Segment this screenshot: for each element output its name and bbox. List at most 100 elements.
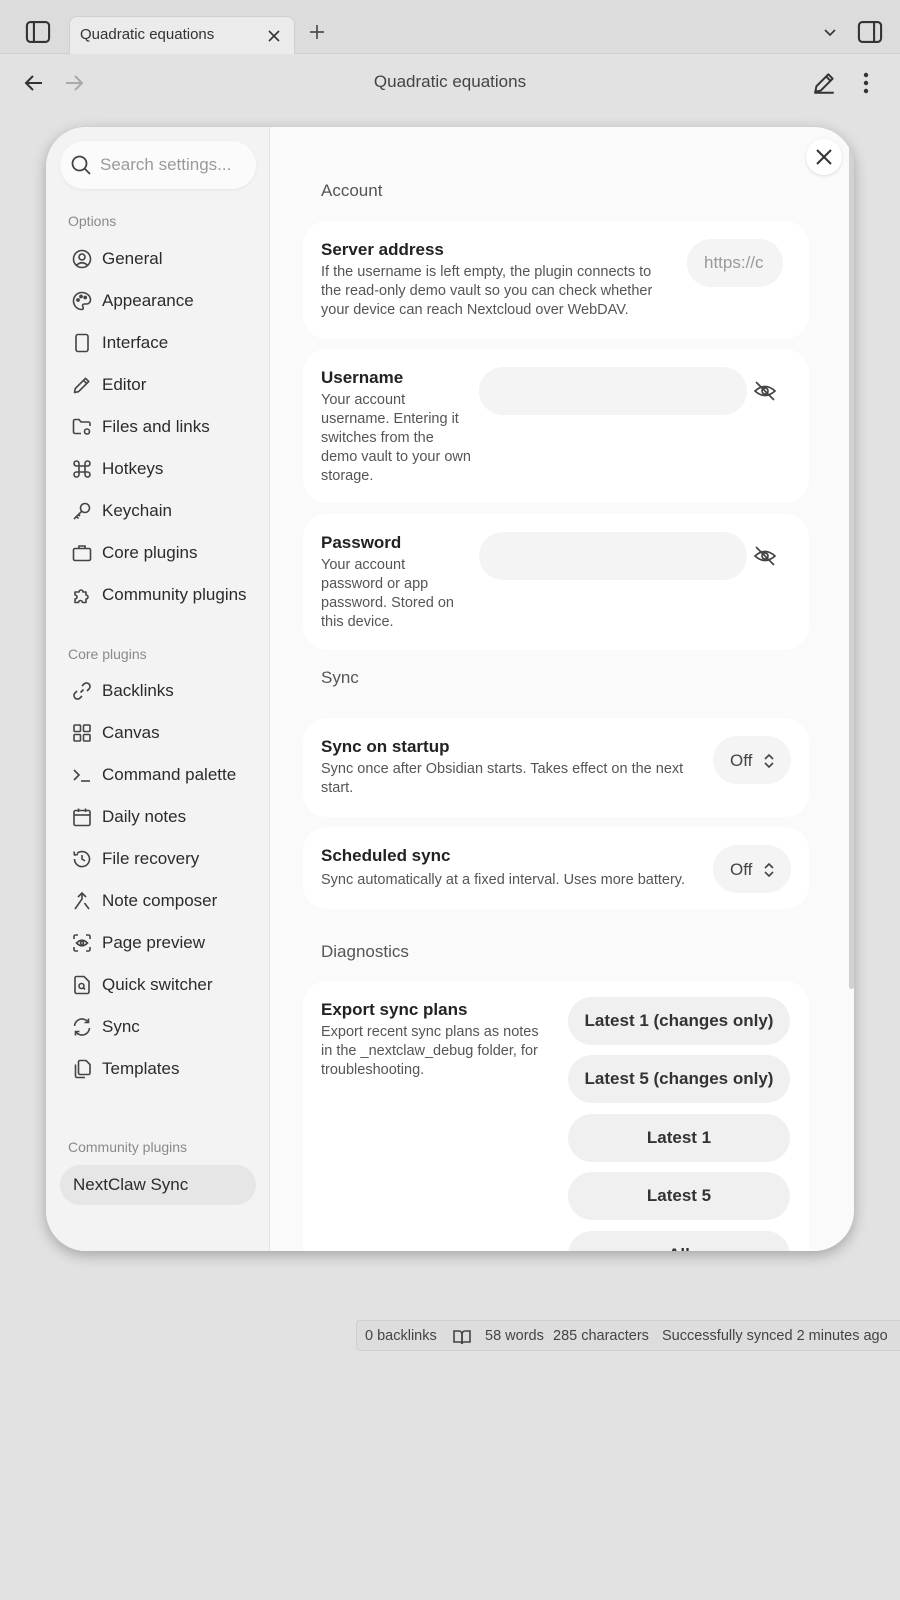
group-label-core-plugins: Core plugins: [68, 646, 147, 662]
export-latest-1-changes-button[interactable]: Latest 1 (changes only): [568, 997, 790, 1045]
tablet-icon: [72, 333, 92, 353]
nav-bar: Quadratic equations: [0, 55, 900, 111]
sidebar-item-nextclaw-sync[interactable]: NextClaw Sync: [60, 1165, 256, 1205]
sidebar-item-label: Hotkeys: [102, 459, 164, 478]
layout-grid-icon: [72, 723, 92, 743]
scheduled-sync-select[interactable]: Off: [713, 845, 791, 893]
sidebar-item-note-composer[interactable]: Note composer: [60, 881, 256, 921]
key-icon: [72, 501, 92, 521]
sidebar-item-label: Appearance: [102, 291, 194, 310]
user-circle-icon: [72, 249, 92, 269]
chevron-down-icon[interactable]: [818, 20, 842, 44]
terminal-icon: [72, 765, 92, 785]
sidebar-item-backlinks[interactable]: Backlinks: [60, 671, 256, 711]
note-title: Quadratic equations: [373, 72, 527, 91]
briefcase-icon: [72, 543, 92, 563]
setting-username: Username Your account username. Entering…: [303, 349, 809, 503]
history-icon: [72, 849, 92, 869]
setting-password: Password Your account password or app pa…: [303, 514, 809, 650]
new-tab-icon[interactable]: [305, 20, 329, 44]
sidebar-item-appearance[interactable]: Appearance: [60, 281, 256, 321]
edit-pencil-icon[interactable]: [808, 67, 840, 99]
search-input[interactable]: [100, 141, 250, 189]
setting-name: Export sync plans: [321, 1000, 468, 1019]
setting-description: Sync automatically at a fixed interval. …: [321, 872, 685, 888]
sidebar-item-interface[interactable]: Interface: [60, 323, 256, 363]
section-heading-sync: Sync: [321, 668, 359, 687]
section-heading-account: Account: [321, 181, 383, 200]
sidebar-toggle-right-icon[interactable]: [854, 16, 886, 48]
sidebar-item-page-preview[interactable]: Page preview: [60, 923, 256, 963]
command-icon: [72, 459, 92, 479]
close-button[interactable]: [806, 139, 842, 175]
chevrons-up-down-icon: [763, 862, 775, 878]
scrollbar[interactable]: [849, 127, 854, 989]
sidebar-item-label: Quick switcher: [102, 975, 213, 994]
server-address-input[interactable]: [687, 239, 783, 287]
setting-name: Sync on startup: [321, 737, 450, 756]
sidebar-item-label: Daily notes: [102, 807, 187, 826]
sidebar-item-templates[interactable]: Templates: [60, 1049, 256, 1089]
backlinks-count[interactable]: 0 backlinks: [365, 1328, 437, 1344]
setting-description: If the username is left empty, the plugi…: [321, 264, 653, 318]
setting-name: Password: [321, 533, 402, 552]
setting-name: Server address: [321, 240, 444, 259]
book-open-icon[interactable]: [452, 1327, 472, 1347]
sidebar-item-sync[interactable]: Sync: [60, 1007, 256, 1047]
sidebar-item-label: Canvas: [102, 723, 160, 742]
setting-description: Export recent sync plans as notes in the…: [321, 1024, 539, 1078]
sidebar-item-daily-notes[interactable]: Daily notes: [60, 797, 256, 837]
sidebar-item-quick-switcher[interactable]: Quick switcher: [60, 965, 256, 1005]
export-all-button[interactable]: All: [568, 1231, 790, 1251]
sync-status[interactable]: Successfully synced 2 minutes ago: [662, 1328, 888, 1344]
setting-description: Your account username. Entering it switc…: [321, 392, 471, 484]
folder-cog-icon: [72, 417, 92, 437]
sync-on-startup-select[interactable]: Off: [713, 736, 791, 784]
sidebar-item-label: Backlinks: [102, 681, 174, 700]
sidebar-item-label: Community plugins: [102, 585, 247, 604]
palette-icon: [72, 291, 92, 311]
section-heading-diagnostics: Diagnostics: [321, 942, 409, 961]
sidebar-item-label: Files and links: [102, 417, 210, 436]
eye-off-icon[interactable]: [753, 544, 777, 568]
sidebar-item-command-palette[interactable]: Command palette: [60, 755, 256, 795]
character-count: 285 characters: [553, 1328, 649, 1344]
group-label-community-plugins: Community plugins: [68, 1139, 188, 1155]
export-latest-5-changes-button[interactable]: Latest 5 (changes only): [568, 1055, 790, 1103]
files-icon: [72, 1059, 92, 1079]
sidebar-item-file-recovery[interactable]: File recovery: [60, 839, 256, 879]
sidebar-item-label: Templates: [102, 1059, 180, 1078]
sidebar-item-core-plugins[interactable]: Core plugins: [60, 533, 256, 573]
pencil-icon: [72, 375, 92, 395]
sidebar-item-files-and-links[interactable]: Files and links: [60, 407, 256, 447]
settings-modal: Options General Appearance Interface Edi…: [46, 127, 854, 1251]
sidebar-item-hotkeys[interactable]: Hotkeys: [60, 449, 256, 489]
more-vertical-icon[interactable]: [854, 67, 878, 99]
select-value: Off: [730, 860, 753, 879]
sidebar-item-community-plugins[interactable]: Community plugins: [60, 575, 256, 615]
search-box[interactable]: [60, 141, 256, 189]
tab-active[interactable]: Quadratic equations: [69, 16, 295, 54]
username-input[interactable]: [479, 367, 747, 415]
sidebar-item-label: Interface: [102, 333, 169, 352]
export-latest-1-button[interactable]: Latest 1: [568, 1114, 790, 1162]
eye-off-icon[interactable]: [753, 379, 777, 403]
chevrons-up-down-icon: [763, 753, 775, 769]
tab-close-icon[interactable]: [264, 26, 284, 46]
sidebar-item-canvas[interactable]: Canvas: [60, 713, 256, 753]
link-icon: [72, 681, 92, 701]
setting-scheduled-sync: Scheduled sync Sync automatically at a f…: [303, 827, 809, 909]
tab-title: Quadratic equations: [80, 26, 215, 43]
puzzle-icon: [72, 585, 92, 605]
sidebar-item-keychain[interactable]: Keychain: [60, 491, 256, 531]
search-icon: [70, 154, 92, 176]
password-input[interactable]: [479, 532, 747, 580]
setting-name: Username: [321, 368, 404, 387]
export-latest-5-button[interactable]: Latest 5: [568, 1172, 790, 1220]
sidebar-toggle-left-icon[interactable]: [22, 16, 54, 48]
tab-strip: Quadratic equations: [0, 0, 900, 54]
sidebar-item-editor[interactable]: Editor: [60, 365, 256, 405]
sidebar-item-general[interactable]: General: [60, 239, 256, 279]
sidebar-item-label: Editor: [102, 375, 147, 394]
scan-eye-icon: [72, 933, 92, 953]
